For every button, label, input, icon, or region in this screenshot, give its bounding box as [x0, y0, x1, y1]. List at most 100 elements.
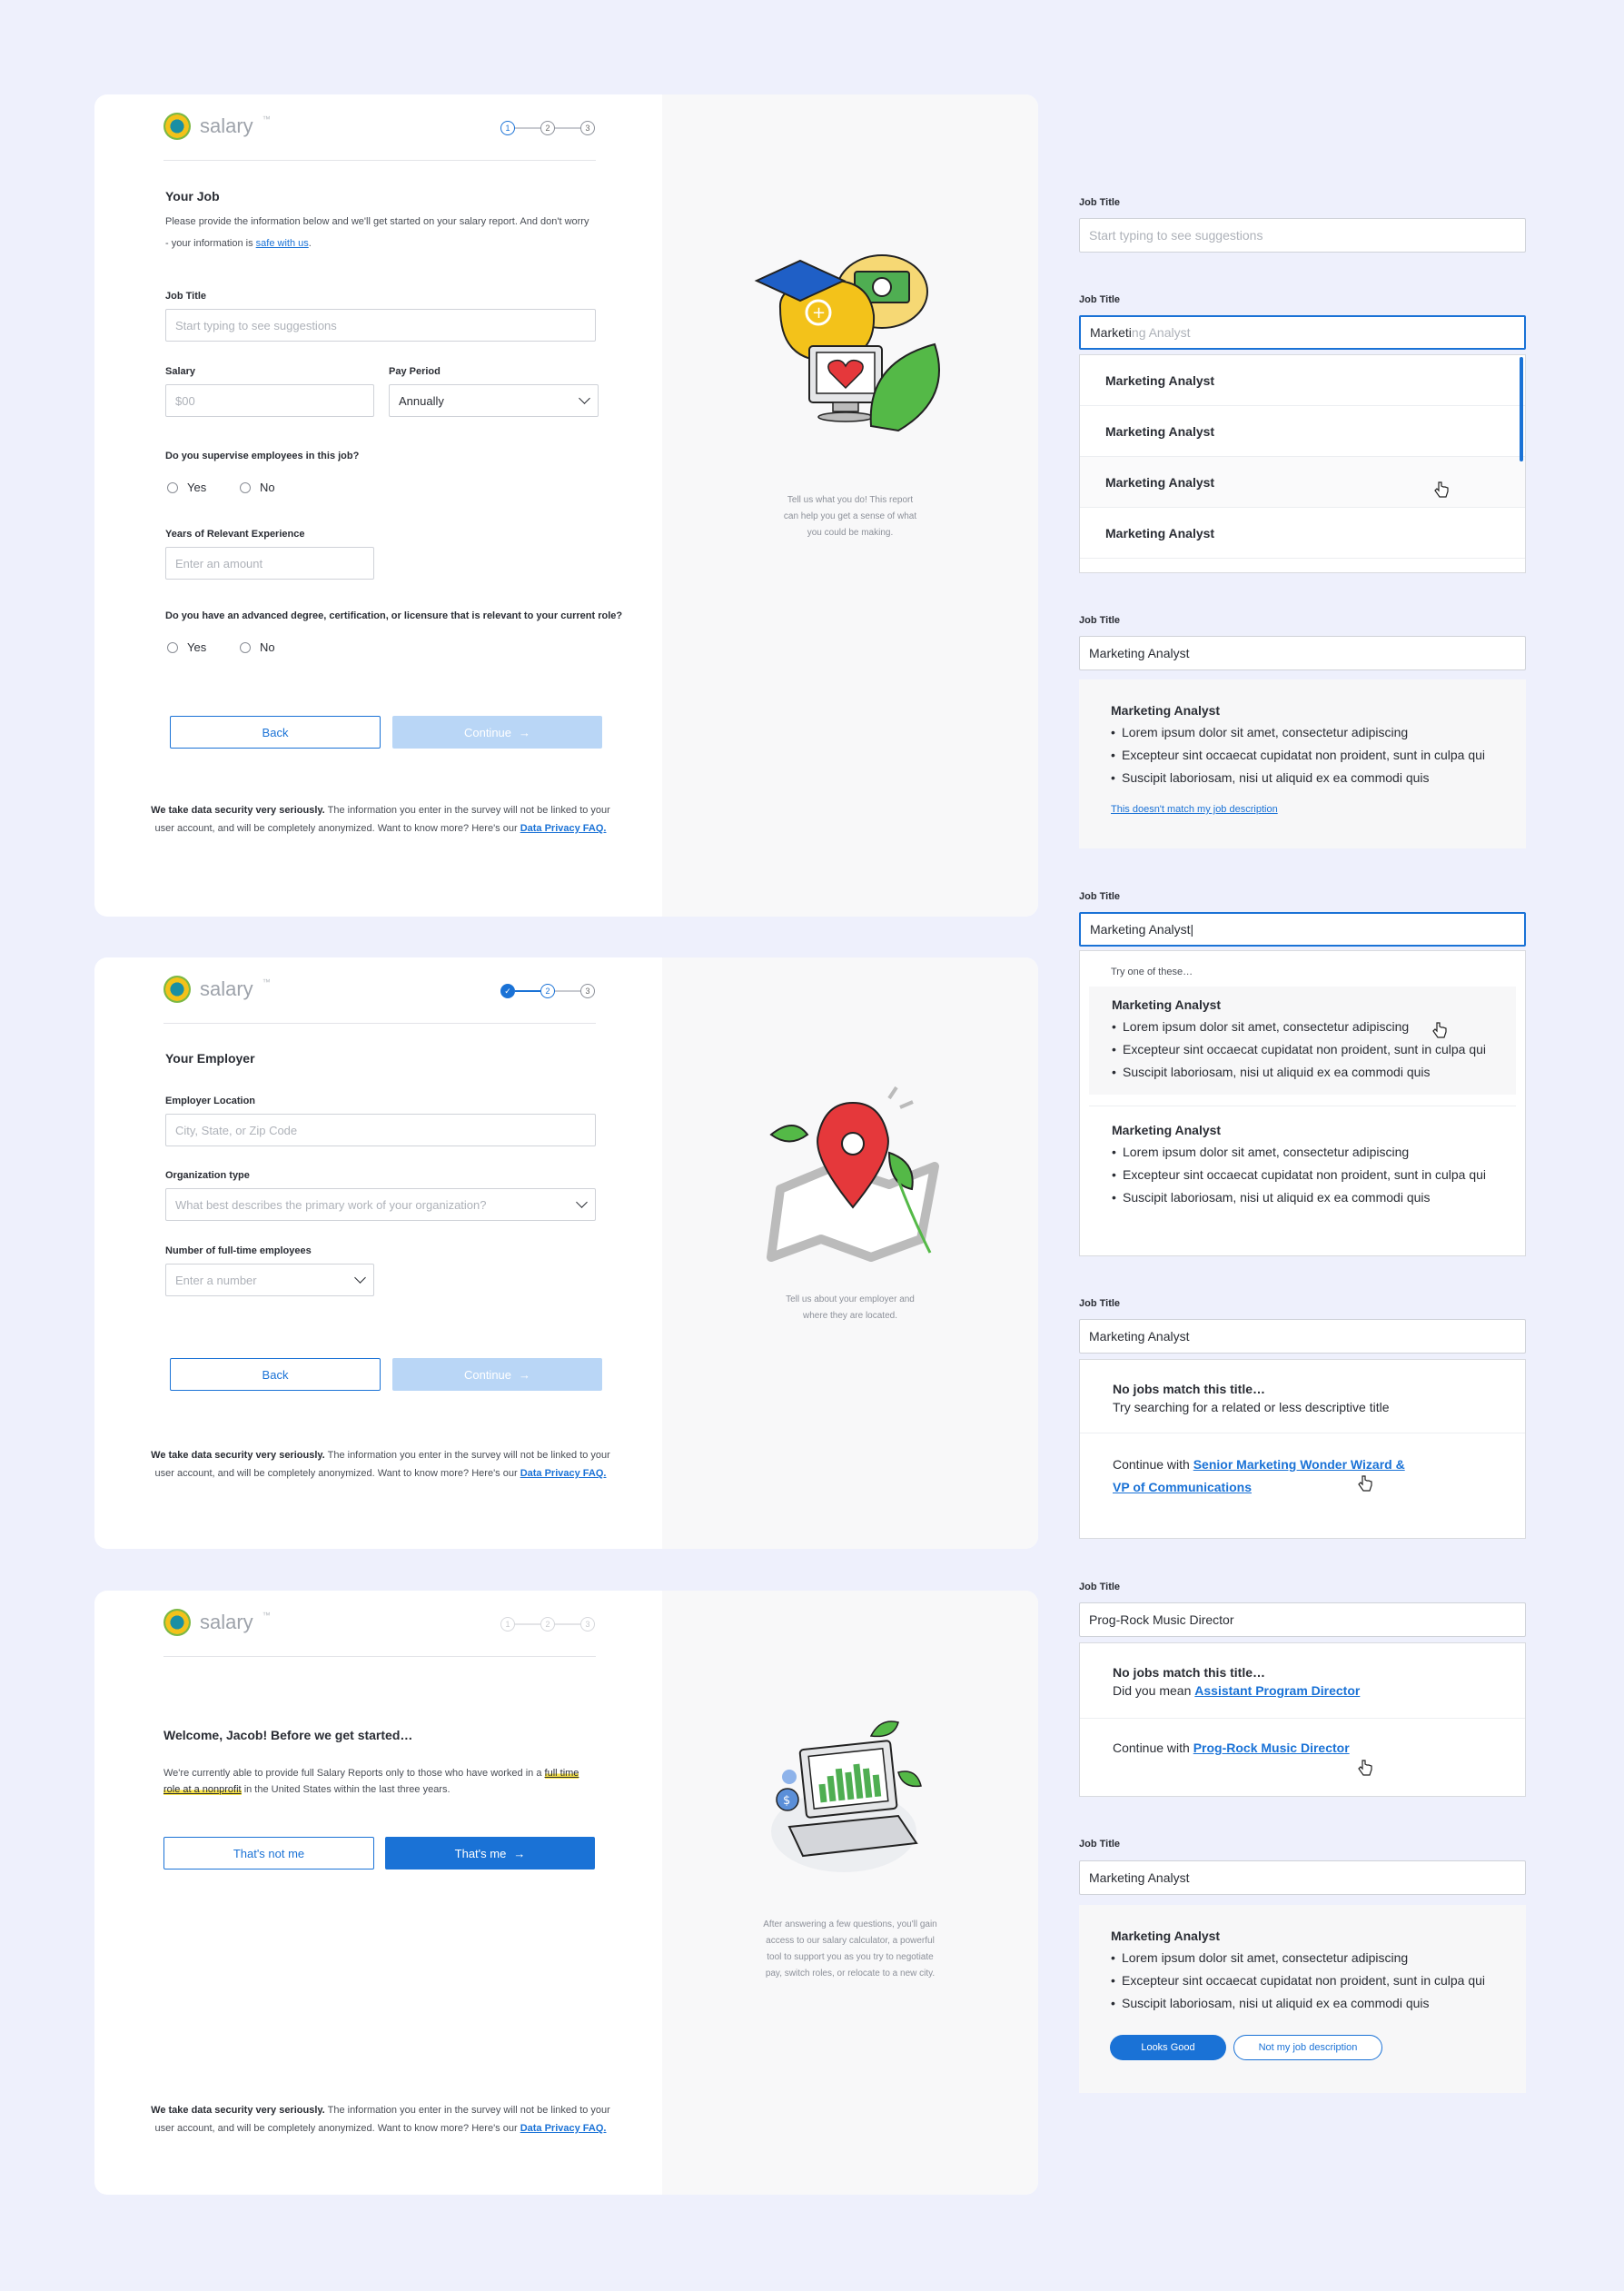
supervise-yes-radio[interactable]: Yes: [167, 481, 206, 494]
step-1: 1: [500, 1617, 515, 1631]
experience-input[interactable]: Enter an amount: [165, 547, 374, 580]
back-button[interactable]: Back: [170, 716, 381, 749]
welcome-card: salary ™ 1 2 3 Welcome, Jacob! Before we…: [94, 1591, 1038, 2195]
employees-select[interactable]: Enter a number: [165, 1264, 374, 1296]
step-1-complete: ✓: [500, 984, 515, 998]
graduation-money-heart-illustration: +: [754, 254, 940, 432]
arrow-right-icon: →: [519, 725, 531, 739]
intro-text: Please provide the information below and…: [165, 216, 589, 249]
back-button[interactable]: Back: [170, 1358, 381, 1391]
not-me-button[interactable]: That's not me: [163, 1837, 374, 1869]
hand-cursor-icon: [1358, 1475, 1372, 1492]
chevron-down-icon: [579, 392, 590, 404]
data-privacy-link[interactable]: Data Privacy FAQ.: [520, 2123, 607, 2134]
suggestion-dropdown: Marketing Analyst Marketing Analyst Mark…: [1079, 354, 1526, 573]
brand-logo: salary ™: [163, 113, 271, 140]
job-title-input-selected[interactable]: Marketing Analyst: [1079, 1860, 1526, 1895]
hand-cursor-icon: [1358, 1760, 1372, 1776]
job-title-input-nomatch[interactable]: Marketing Analyst: [1079, 1319, 1526, 1354]
experience-label: Years of Relevant Experience: [165, 529, 305, 540]
illustration-caption: After answering a few questions, you'll …: [763, 1919, 937, 1979]
mismatch-link[interactable]: This doesn't match my job description: [1111, 804, 1494, 815]
step-indicator: 1 2 3: [500, 121, 595, 135]
job-title-input-selected[interactable]: Marketing Analyst: [1079, 636, 1526, 670]
no-match-title: No jobs match this title…: [1113, 1382, 1266, 1396]
step-3: 3: [580, 1617, 595, 1631]
job-title-input-empty[interactable]: Start typing to see suggestions: [1079, 218, 1526, 253]
chevron-down-icon: [576, 1196, 588, 1208]
continue-with-link[interactable]: Prog-Rock Music Director: [1193, 1741, 1350, 1755]
data-privacy-link[interactable]: Data Privacy FAQ.: [520, 1468, 607, 1479]
continue-button[interactable]: Continue →: [392, 716, 602, 749]
alternate-suggestions-panel: Try one of these… Marketing Analyst Lore…: [1079, 950, 1526, 1256]
did-you-mean-panel: No jobs match this title… Did you mean A…: [1079, 1642, 1526, 1797]
org-type-select[interactable]: What best describes the primary work of …: [165, 1188, 596, 1221]
thats-me-button[interactable]: That's me →: [385, 1837, 595, 1869]
svg-text:+: +: [812, 303, 826, 322]
brand-tm: ™: [262, 977, 271, 987]
looks-good-button[interactable]: Looks Good: [1110, 2035, 1226, 2060]
job-description-bullet: Excepteur sint occaecat cupidatat non pr…: [1111, 744, 1494, 767]
degree-question: Do you have an advanced degree, certific…: [165, 610, 623, 621]
data-security-note: We take data security very seriously. Th…: [151, 2105, 610, 2134]
job-title-input-typing[interactable]: Marketi ng Analyst: [1079, 315, 1526, 350]
safe-with-us-link[interactable]: safe with us: [256, 238, 309, 249]
arrow-right-icon: →: [513, 1846, 526, 1860]
laptop-chart-illustration: $: [771, 1721, 922, 1872]
job-description-title: Marketing Analyst: [1111, 703, 1221, 718]
no-match-title: No jobs match this title…: [1113, 1665, 1266, 1680]
degree-yes-radio[interactable]: Yes: [167, 640, 206, 654]
illustration-panel: $ After answering a few questions, you'l…: [662, 1591, 1038, 2195]
step-2: 2: [540, 121, 555, 135]
suggestion-item[interactable]: Marketing Analyst: [1080, 355, 1525, 406]
no-match-panel: No jobs match this title… Try searching …: [1079, 1359, 1526, 1539]
svg-text:$: $: [783, 1794, 790, 1808]
suggestion-option[interactable]: Marketing Analyst Lorem ipsum dolor sit …: [1089, 1106, 1516, 1220]
suggestion-item[interactable]: Marketing Analyst: [1080, 406, 1525, 457]
job-title-input-typing[interactable]: Marketing Analyst|: [1079, 912, 1526, 947]
eligibility-text: We're currently able to provide full Sal…: [163, 1768, 579, 1795]
dropdown-scrollbar[interactable]: [1520, 357, 1523, 461]
job-description-bullet: Lorem ipsum dolor sit amet, consectetur …: [1111, 721, 1494, 744]
degree-no-radio[interactable]: No: [240, 640, 275, 654]
job-title-label: Job Title: [1079, 197, 1121, 208]
step-3: 3: [580, 984, 595, 998]
pay-period-label: Pay Period: [389, 366, 441, 377]
not-my-job-button[interactable]: Not my job description: [1233, 2035, 1382, 2060]
brand-name: salary: [200, 1611, 253, 1633]
pay-period-select[interactable]: Annually: [389, 384, 599, 417]
step-1: 1: [500, 121, 515, 135]
continue-button[interactable]: Continue →: [392, 1358, 602, 1391]
step-2: 2: [540, 1617, 555, 1631]
brand-logo: salary ™: [163, 976, 271, 1003]
job-title-label: Job Title: [1079, 1839, 1121, 1850]
supervise-no-radio[interactable]: No: [240, 481, 275, 494]
did-you-mean-text: Did you mean Assistant Program Director: [1113, 1683, 1361, 1698]
data-security-note: We take data security very seriously. Th…: [151, 805, 610, 834]
suggestion-item[interactable]: Marketing Analyst: [1080, 508, 1525, 559]
suggestion-item[interactable]: Marketing Analyst: [1080, 457, 1525, 508]
job-title-label: Job Title: [1079, 615, 1121, 626]
location-label: Employer Location: [165, 1096, 256, 1106]
location-input[interactable]: City, State, or Zip Code: [165, 1114, 596, 1146]
continue-with-text: Continue with Senior Marketing Wonder Wi…: [1113, 1457, 1405, 1494]
suggestion-option[interactable]: Marketing Analyst Lorem ipsum dolor sit …: [1089, 987, 1516, 1095]
data-privacy-link[interactable]: Data Privacy FAQ.: [520, 823, 607, 834]
did-you-mean-link[interactable]: Assistant Program Director: [1194, 1683, 1360, 1698]
page-title: Your Employer: [165, 1051, 255, 1066]
salary-input[interactable]: $00: [165, 384, 374, 417]
salary-logo-icon: [163, 113, 191, 140]
salary-label: Salary: [165, 366, 196, 377]
illustration-panel: Tell us about your employer and where th…: [662, 957, 1038, 1549]
brand-name: salary: [200, 114, 253, 137]
org-type-label: Organization type: [165, 1170, 250, 1181]
job-title-label: Job Title: [1079, 891, 1121, 902]
employer-form-card: salary ™ ✓ 2 3 Your Employer Employer Lo…: [94, 957, 1038, 1549]
hand-cursor-icon: [1432, 1022, 1447, 1038]
data-security-note: We take data security very seriously. Th…: [151, 1450, 610, 1479]
job-description-bullet: Lorem ipsum dolor sit amet, consectetur …: [1111, 1947, 1494, 1969]
job-title-input[interactable]: Start typing to see suggestions: [165, 309, 596, 342]
job-title-input-nomatch[interactable]: Prog-Rock Music Director: [1079, 1602, 1526, 1637]
salary-logo-icon: [163, 1609, 191, 1636]
salary-logo-icon: [163, 976, 191, 1003]
